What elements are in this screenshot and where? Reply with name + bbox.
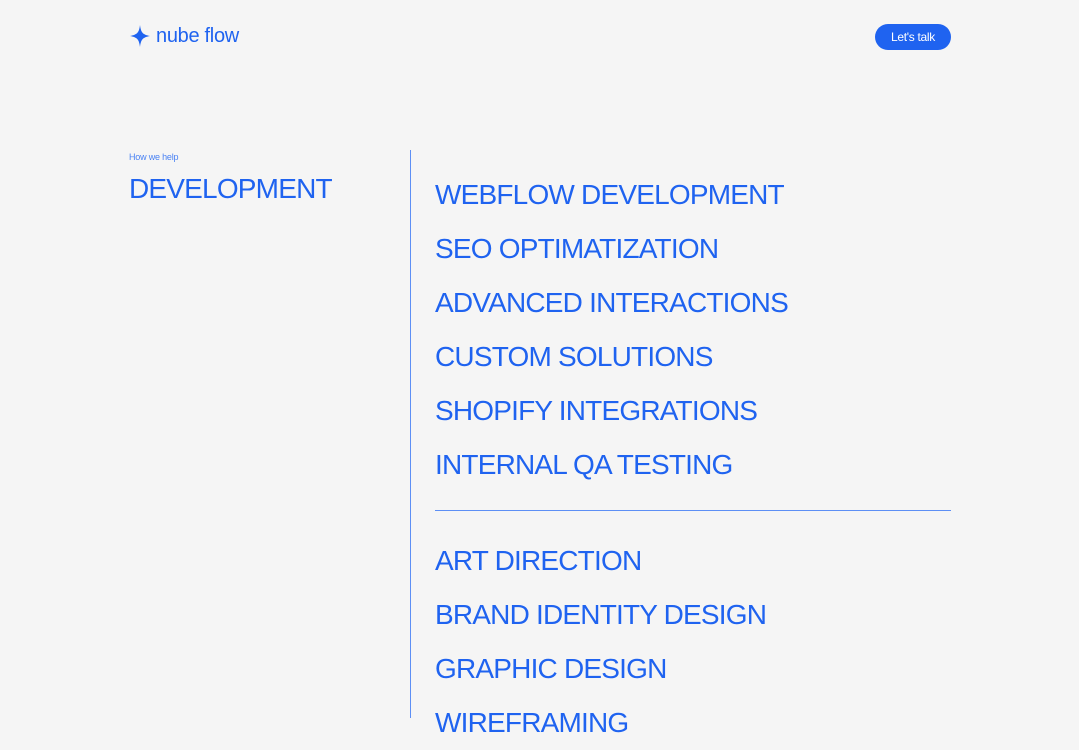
service-item[interactable]: SHOPIFY INTEGRATIONS xyxy=(435,384,951,438)
logo-text: nube flow xyxy=(156,25,239,47)
service-item[interactable]: SEO OPTIMATIZATION xyxy=(435,222,951,276)
service-item[interactable]: GRAPHIC DESIGN xyxy=(435,642,951,696)
services-list: WEBFLOW DEVELOPMENT SEO OPTIMATIZATION A… xyxy=(435,168,951,750)
sparkle-star-icon xyxy=(129,24,151,48)
section-eyebrow: How we help xyxy=(129,152,179,162)
service-item[interactable]: WEBFLOW DEVELOPMENT xyxy=(435,168,951,222)
service-item[interactable]: CUSTOM SOLUTIONS xyxy=(435,330,951,384)
logo[interactable]: nube flow xyxy=(129,24,239,48)
services-divider xyxy=(435,510,951,511)
lets-talk-button[interactable]: Let's talk xyxy=(875,24,951,50)
vertical-divider xyxy=(410,150,411,718)
section-title: DEVELOPMENT xyxy=(129,173,333,204)
service-item[interactable]: WIREFRAMING xyxy=(435,696,951,750)
service-item[interactable]: BRAND IDENTITY DESIGN xyxy=(435,588,951,642)
service-item[interactable]: INTERNAL QA TESTING xyxy=(435,438,951,492)
service-item[interactable]: ADVANCED INTERACTIONS xyxy=(435,276,951,330)
service-item[interactable]: ART DIRECTION xyxy=(435,534,951,588)
